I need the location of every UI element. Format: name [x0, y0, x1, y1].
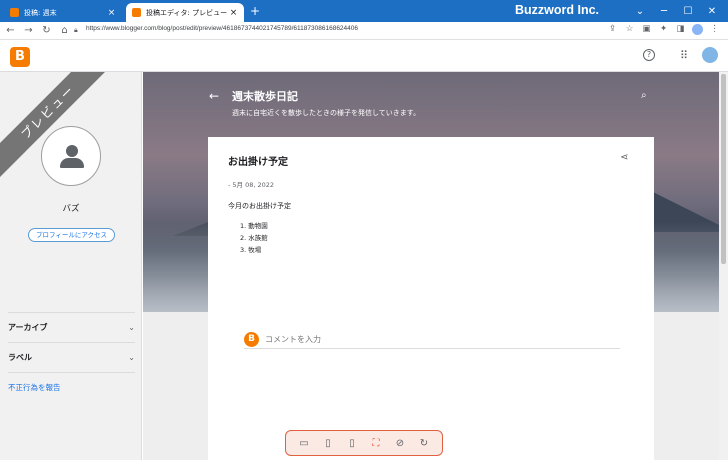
- comment-input[interactable]: B コメントを入力: [244, 331, 620, 349]
- chevron-down-icon: ⌄: [128, 323, 135, 332]
- list-item: 3. 牧場: [240, 246, 262, 254]
- rotate-icon[interactable]: ⊘: [392, 438, 408, 449]
- close-window-button[interactable]: ✕: [700, 6, 724, 17]
- tab-preview[interactable]: 投稿エディタ: プレビュー ×: [126, 3, 244, 22]
- blogger-appbar: B ? ⠿: [0, 40, 728, 72]
- tab-title: 投稿: 週末: [24, 8, 57, 17]
- window-titlebar: 投稿: 週末 × 投稿エディタ: プレビュー × + Buzzword Inc.…: [0, 0, 728, 22]
- share-page-icon[interactable]: ⇪: [607, 24, 618, 35]
- report-abuse-link[interactable]: 不正行為を報告: [8, 382, 61, 393]
- profile-name: バズ: [62, 204, 80, 214]
- help-icon[interactable]: ?: [643, 49, 655, 61]
- extension-icon[interactable]: ▣: [641, 24, 652, 35]
- share-icon[interactable]: ⋖: [620, 152, 628, 163]
- home-icon[interactable]: ⌂: [57, 25, 72, 36]
- person-icon: [66, 145, 78, 157]
- blog-title[interactable]: 週末散歩日記: [232, 88, 298, 104]
- toolbar-actions: ⇪ ☆ ▣ ✦ ◨ ⋮: [607, 24, 720, 35]
- browser-profile-avatar[interactable]: [692, 24, 703, 35]
- bookmark-star-icon[interactable]: ☆: [624, 24, 635, 35]
- back-arrow-icon[interactable]: ←: [209, 89, 219, 103]
- search-icon[interactable]: ⌕: [641, 90, 647, 101]
- lock-icon[interactable]: 🔒︎: [74, 26, 78, 35]
- page-scrollbar[interactable]: [719, 72, 728, 460]
- window-controls: ⌄ ─ ☐ ✕: [628, 0, 724, 22]
- tab-close-icon[interactable]: ×: [229, 8, 238, 18]
- list-item: 2. 水族館: [240, 234, 268, 242]
- post-title: お出掛け予定: [228, 157, 288, 168]
- archive-section[interactable]: アーカイブ ⌄: [8, 312, 135, 342]
- refresh-icon[interactable]: ↻: [416, 438, 432, 449]
- minimize-button[interactable]: ─: [652, 6, 676, 17]
- device-preview-toolbar: ▭ ▯ ▯ ⛶ ⊘ ↻: [285, 430, 443, 456]
- new-tab-button[interactable]: +: [249, 4, 261, 18]
- blogger-favicon-icon: [10, 8, 19, 17]
- back-icon[interactable]: ←: [3, 25, 18, 36]
- tab-close-icon[interactable]: ×: [107, 8, 116, 18]
- archive-label: アーカイブ: [8, 323, 48, 332]
- account-avatar[interactable]: [702, 47, 718, 63]
- profile-avatar: [41, 126, 101, 186]
- address-bar[interactable]: https://www.blogger.com/blog/post/edit/p…: [86, 25, 358, 32]
- apps-grid-icon[interactable]: ⠿: [680, 49, 688, 62]
- fullscreen-icon[interactable]: ⛶: [368, 438, 384, 449]
- forward-icon[interactable]: →: [21, 25, 36, 36]
- window-title: Buzzword Inc.: [515, 3, 600, 17]
- post-card: お出掛け予定 ⋖ - 5月 08, 2022 今月のお出掛け予定 1. 動物園 …: [208, 137, 654, 460]
- visit-profile-button[interactable]: プロフィールにアクセス: [28, 228, 115, 242]
- maximize-button[interactable]: ☐: [676, 6, 700, 17]
- post-intro: 今月のお出掛け予定: [228, 202, 291, 210]
- browser-toolbar: ← → ↻ ⌂ 🔒︎ https://www.blogger.com/blog/…: [0, 22, 728, 40]
- blog-description: 週末に自宅近くを散歩したときの様子を発信していきます。: [232, 109, 421, 117]
- reload-icon[interactable]: ↻: [39, 25, 54, 36]
- labels-label: ラベル: [8, 353, 32, 362]
- list-item: 1. 動物園: [240, 222, 268, 230]
- blog-preview: ← 週末散歩日記 週末に自宅近くを散歩したときの様子を発信していきます。 ⌕ お…: [143, 72, 719, 460]
- blogger-logo-icon[interactable]: B: [10, 47, 30, 67]
- comment-placeholder: コメントを入力: [265, 335, 321, 344]
- desktop-icon[interactable]: ▭: [296, 438, 312, 449]
- post-date[interactable]: - 5月 08, 2022: [228, 179, 274, 189]
- tab-search-icon[interactable]: ⌄: [628, 6, 652, 17]
- mobile-icon[interactable]: ▯: [344, 438, 360, 449]
- labels-section[interactable]: ラベル ⌄: [8, 342, 135, 372]
- chevron-down-icon: ⌄: [128, 353, 135, 362]
- scroll-thumb[interactable]: [721, 74, 726, 264]
- tab-title: 投稿エディタ: プレビュー: [146, 8, 228, 17]
- sidebar-icon[interactable]: ◨: [675, 24, 686, 35]
- post-list: 1. 動物園 2. 水族館 3. 牧場: [240, 220, 268, 256]
- menu-icon[interactable]: ⋮: [709, 24, 720, 35]
- blogger-favicon-icon: [132, 8, 141, 17]
- puzzle-icon[interactable]: ✦: [658, 24, 669, 35]
- tablet-icon[interactable]: ▯: [320, 438, 336, 449]
- blogger-comment-icon: B: [244, 332, 259, 347]
- divider: [8, 372, 135, 373]
- blog-sidebar: プレビュー バズ プロフィールにアクセス アーカイブ ⌄ ラベル ⌄ 不正行為を…: [0, 72, 142, 460]
- tab-posts[interactable]: 投稿: 週末 ×: [4, 3, 122, 22]
